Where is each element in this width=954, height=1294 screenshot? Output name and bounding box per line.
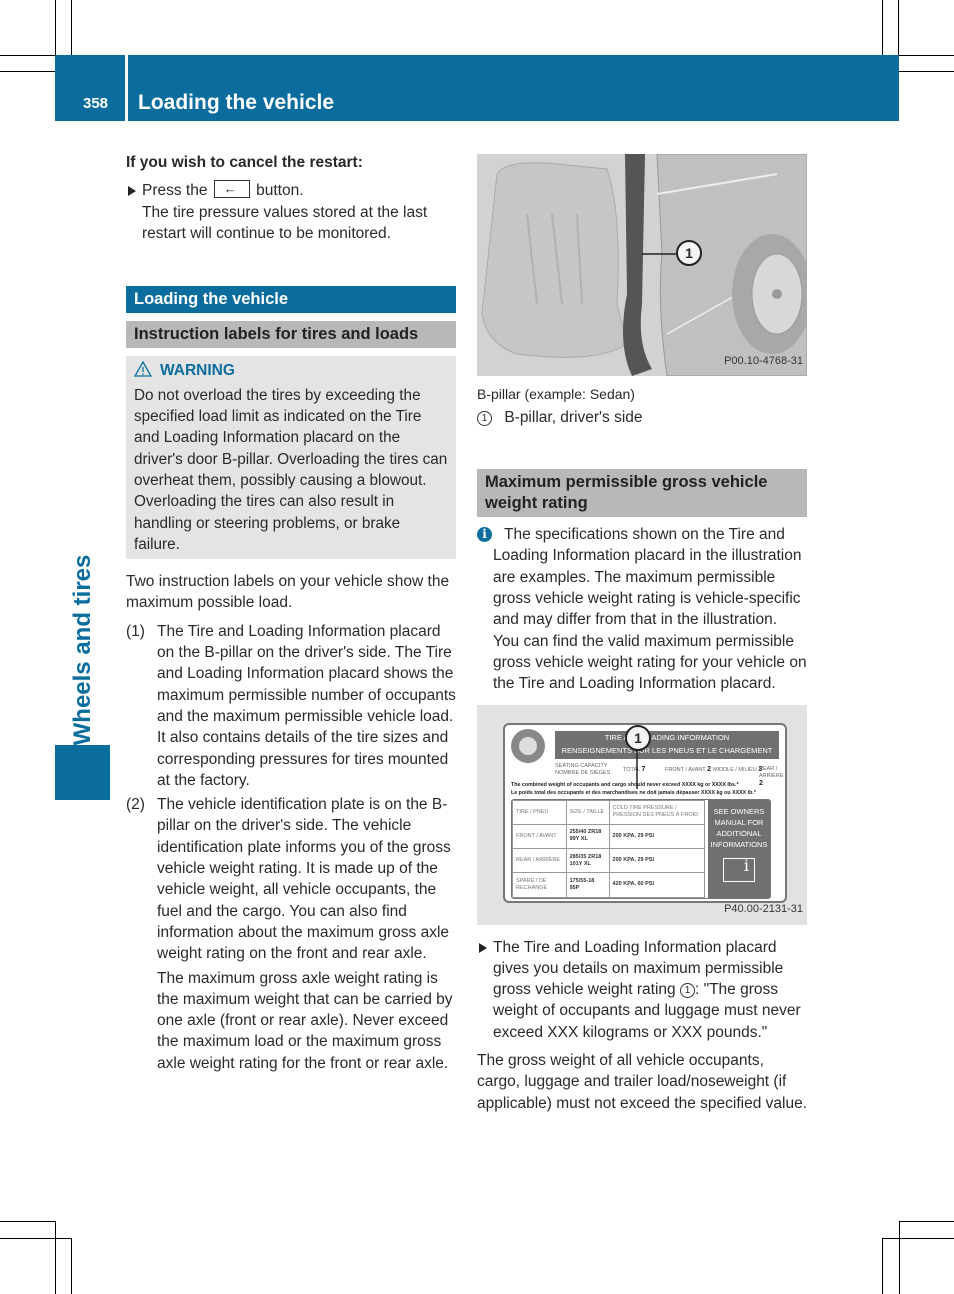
crop-mark bbox=[0, 71, 55, 72]
bullet-arrow-icon bbox=[128, 186, 136, 197]
header-divider bbox=[125, 55, 128, 121]
warning-text: Do not overload the tires by exceeding t… bbox=[134, 386, 448, 553]
warning-header: WARNING bbox=[133, 360, 448, 381]
legend-text: B-pillar, driver's side bbox=[504, 409, 643, 427]
press-instruction: Press the ← button. The tire pressure va… bbox=[126, 180, 456, 244]
crop-mark bbox=[0, 55, 55, 56]
warning-label: WARNING bbox=[160, 362, 235, 380]
b-pillar-photo: 1 P00.10-4768-31 bbox=[477, 154, 807, 376]
list-item: (2) The vehicle identification plate is … bbox=[126, 794, 456, 1074]
cancel-heading: If you wish to cancel the restart: bbox=[126, 154, 363, 171]
info-text: The specifications shown on the Tire and… bbox=[493, 526, 807, 693]
crop-mark bbox=[899, 1221, 900, 1294]
warning-triangle-icon bbox=[133, 361, 153, 378]
info-note: i The specifications shown on the Tire a… bbox=[477, 524, 807, 694]
callout-1: 1 bbox=[625, 724, 651, 751]
right-column: 1 P00.10-4768-31 B-pillar (example: Seda… bbox=[477, 150, 807, 1114]
crop-mark bbox=[55, 0, 56, 55]
chapter-tab-marker bbox=[55, 745, 110, 800]
page-title: Loading the vehicle bbox=[138, 91, 335, 114]
list-number: (1) bbox=[126, 622, 145, 640]
figure-caption: B-pillar (example: Sedan) bbox=[477, 386, 635, 402]
section-heading-gvwr: Maximum permissible gross vehicle weight… bbox=[477, 468, 807, 518]
legend-number: 1 bbox=[477, 411, 492, 427]
crop-mark bbox=[882, 0, 883, 55]
figure-id: P40.00-2131-31 bbox=[724, 903, 803, 916]
crop-mark bbox=[882, 1238, 954, 1239]
page-header: 358 Loading the vehicle bbox=[55, 55, 899, 121]
placard-instruction: The Tire and Loading Information placard… bbox=[477, 937, 807, 1043]
list-extra-text: The maximum gross axle weight rating is … bbox=[157, 969, 453, 1072]
bullet-arrow-icon bbox=[479, 942, 487, 953]
crop-mark bbox=[882, 1238, 883, 1294]
crop-mark bbox=[0, 1221, 55, 1222]
list-text: The Tire and Loading Information placard… bbox=[157, 622, 456, 789]
closing-text: The gross weight of all vehicle occupant… bbox=[477, 1052, 808, 1112]
subsection-heading-labels: Instruction labels for tires and loads bbox=[126, 321, 456, 349]
info-icon: i bbox=[477, 527, 492, 543]
crop-mark bbox=[899, 71, 954, 72]
chapter-side-label: Wheels and tires bbox=[55, 554, 110, 746]
section-heading-loading: Loading the vehicle bbox=[126, 286, 456, 314]
intro-text: Two instruction labels on your vehicle s… bbox=[126, 573, 450, 612]
figure-id: P00.10-4768-31 bbox=[724, 354, 803, 367]
crop-mark bbox=[0, 1238, 71, 1239]
figure-legend: 1 B-pillar, driver's side bbox=[477, 407, 807, 428]
list-number: (2) bbox=[126, 796, 145, 814]
list-text: The vehicle identification plate is on t… bbox=[157, 796, 451, 963]
placard-figure: TIRE AND LOADING INFORMATION RENSEIGNEME… bbox=[477, 704, 807, 925]
crop-mark bbox=[71, 0, 72, 55]
list-item: (1) The Tire and Loading Information pla… bbox=[126, 621, 456, 791]
page-number: 358 bbox=[83, 95, 109, 112]
left-column: If you wish to cancel the restart: Press… bbox=[126, 150, 456, 1074]
press-prefix: Press the bbox=[142, 182, 208, 200]
b-pillar-illustration bbox=[477, 154, 807, 376]
chapter-label: Wheels and tires bbox=[68, 554, 96, 746]
callout-1: 1 bbox=[676, 240, 702, 266]
back-button-icon: ← bbox=[213, 180, 250, 199]
crop-mark bbox=[898, 0, 899, 55]
crop-mark bbox=[71, 1238, 72, 1294]
crop-mark bbox=[55, 1221, 56, 1294]
inline-callout: 1 bbox=[679, 983, 695, 999]
crop-mark bbox=[899, 55, 954, 56]
press-suffix: button. bbox=[256, 182, 304, 200]
press-result: The tire pressure values stored at the l… bbox=[142, 203, 428, 242]
crop-mark bbox=[899, 1221, 954, 1222]
warning-box: WARNING Do not overload the tires by exc… bbox=[126, 356, 456, 560]
